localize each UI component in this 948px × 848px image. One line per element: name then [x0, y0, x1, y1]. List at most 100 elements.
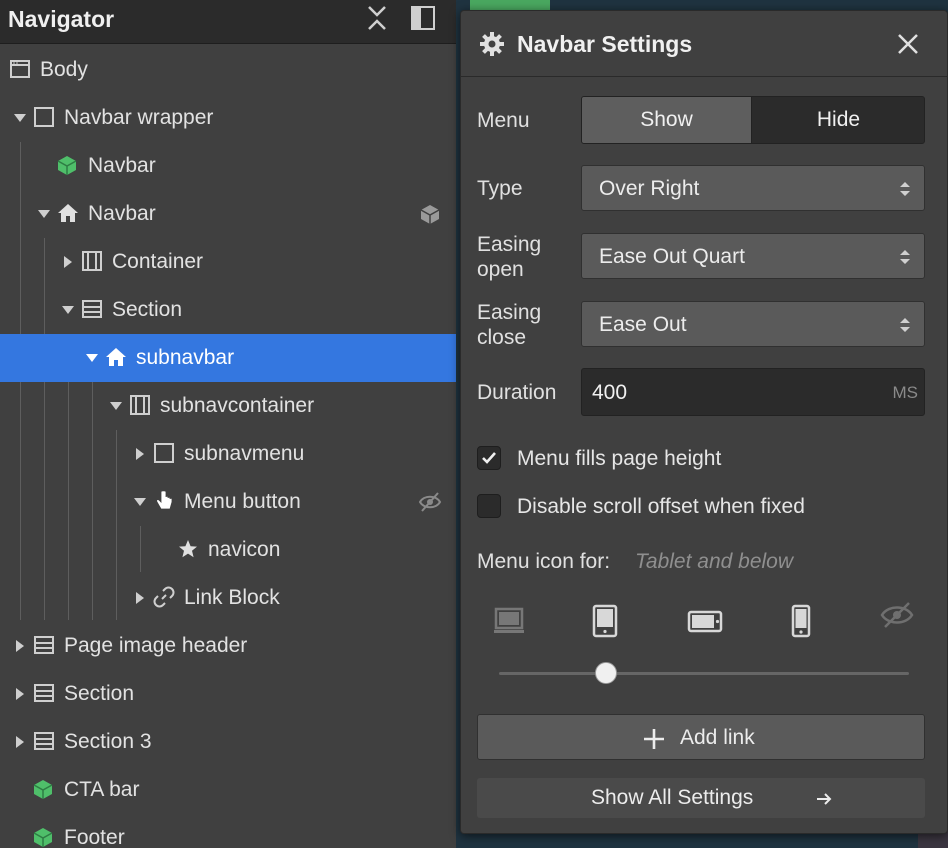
easing-close-label-line1: Easing: [477, 301, 542, 324]
show-all-settings-label: Show All Settings: [591, 786, 754, 809]
tree-item-footer[interactable]: Footer: [0, 814, 456, 848]
menu-visibility-toggle: Show Hide: [581, 96, 925, 144]
desktop-icon[interactable]: [491, 603, 527, 639]
tree-item-section-2[interactable]: Section: [0, 670, 456, 718]
select-arrows-icon: [900, 318, 910, 332]
navbar-home-icon: [106, 348, 126, 366]
tree-item-subnavmenu[interactable]: subnavmenu: [0, 430, 456, 478]
easing-open-label-line1: Easing: [477, 233, 542, 256]
select-arrows-icon: [900, 250, 910, 264]
breakpoint-slider-thumb[interactable]: [595, 662, 617, 684]
close-icon[interactable]: [895, 31, 921, 57]
tree-item-label: subnavbar: [136, 346, 235, 369]
menu-hide-button[interactable]: Hide: [753, 97, 924, 143]
collapse-icon[interactable]: [362, 3, 392, 33]
tree-item-label: Section: [64, 682, 135, 705]
mobile-portrait-icon[interactable]: [783, 603, 819, 639]
mobile-landscape-icon[interactable]: [687, 603, 723, 639]
menu-fills-height-checkbox[interactable]: [477, 446, 501, 470]
tree-item-label: Navbar: [88, 202, 156, 225]
dock-panel-icon[interactable]: [408, 3, 438, 33]
gear-icon: [480, 32, 504, 56]
tree-item-body[interactable]: Body: [0, 46, 456, 94]
tree-item-cta-bar[interactable]: CTA bar: [0, 766, 456, 814]
duration-value: 400: [592, 381, 628, 404]
menu-label: Menu: [477, 109, 530, 132]
tree-item-section[interactable]: Section: [0, 286, 456, 334]
duration-input[interactable]: 400 MS: [581, 368, 925, 416]
menu-show-button[interactable]: Show: [582, 97, 752, 143]
caret-down-icon[interactable]: [62, 304, 74, 316]
link-icon: [153, 586, 175, 608]
navigator-panel: Navigator Body Navbar wrapper Navbar Nav…: [0, 0, 456, 848]
section-icon: [34, 684, 54, 702]
disable-scroll-offset-label: Disable scroll offset when fixed: [517, 495, 805, 518]
tree-item-container[interactable]: Container: [0, 238, 456, 286]
tree-item-label: Page image header: [64, 634, 248, 657]
component-icon: [33, 780, 53, 799]
caret-right-icon[interactable]: [14, 640, 26, 652]
arrow-right-icon: [817, 793, 832, 805]
type-value: Over Right: [599, 177, 700, 200]
component-outline-icon[interactable]: [418, 202, 442, 226]
caret-down-icon[interactable]: [14, 112, 26, 124]
element-badge: [470, 0, 550, 10]
section-icon: [34, 636, 54, 654]
tree-item-page-image-header[interactable]: Page image header: [0, 622, 456, 670]
caret-right-icon[interactable]: [134, 592, 146, 604]
disable-scroll-offset-checkbox[interactable]: [477, 494, 501, 518]
section-icon: [82, 300, 102, 318]
settings-header: Navbar Settings: [461, 11, 947, 77]
easing-open-value: Ease Out Quart: [599, 245, 745, 268]
easing-close-label-line2: close: [477, 326, 527, 349]
select-arrows-icon: [900, 182, 910, 196]
tree-item-label: subnavcontainer: [160, 394, 315, 417]
eye-off-icon[interactable]: [418, 490, 442, 514]
add-link-label: Add link: [680, 726, 755, 749]
tree-item-link-block[interactable]: Link Block: [0, 574, 456, 622]
menu-icon-for-label: Menu icon for:: [477, 550, 611, 573]
star-icon: [179, 540, 197, 558]
tree-item-subnavcontainer[interactable]: subnavcontainer: [0, 382, 456, 430]
tree-item-menu-button[interactable]: Menu button: [0, 478, 456, 526]
easing-open-label-line2: open: [477, 258, 524, 281]
component-icon: [33, 828, 53, 847]
tree-item-label: Navbar wrapper: [64, 106, 214, 129]
body-icon: [10, 60, 30, 78]
caret-right-icon[interactable]: [14, 736, 26, 748]
breakpoint-slider-track[interactable]: [499, 672, 909, 675]
duration-unit: MS: [892, 383, 919, 402]
show-all-settings-button[interactable]: Show All Settings: [477, 778, 925, 818]
component-icon: [57, 156, 77, 175]
tree-item-navicon[interactable]: navicon: [0, 526, 456, 574]
tree-item-label: Link Block: [184, 586, 280, 609]
caret-down-icon[interactable]: [38, 208, 50, 220]
caret-down-icon[interactable]: [86, 352, 98, 364]
tree-item-navbar[interactable]: Navbar: [0, 190, 456, 238]
type-select[interactable]: Over Right: [581, 165, 925, 211]
caret-down-icon[interactable]: [110, 400, 122, 412]
tree-item-label: CTA bar: [64, 778, 140, 801]
easing-close-select[interactable]: Ease Out: [581, 301, 925, 347]
tree-item-navbar-component[interactable]: Navbar: [0, 142, 456, 190]
caret-down-icon[interactable]: [134, 496, 146, 508]
caret-right-icon[interactable]: [62, 256, 74, 268]
caret-right-icon[interactable]: [14, 688, 26, 700]
add-link-button[interactable]: Add link: [477, 714, 925, 760]
caret-right-icon[interactable]: [134, 448, 146, 460]
tree-item-navbar-wrapper[interactable]: Navbar wrapper: [0, 94, 456, 142]
section-icon: [34, 732, 54, 750]
tree-item-label: subnavmenu: [184, 442, 305, 465]
eye-off-icon[interactable]: [879, 597, 915, 633]
tree-item-label: Section 3: [64, 730, 152, 753]
tree-item-label: Section: [112, 298, 183, 321]
duration-label: Duration: [477, 381, 557, 404]
easing-open-select[interactable]: Ease Out Quart: [581, 233, 925, 279]
tablet-icon[interactable]: [587, 603, 623, 639]
tree-item-section-3[interactable]: Section 3: [0, 718, 456, 766]
navbar-home-icon: [58, 204, 78, 222]
plus-icon: [644, 729, 664, 749]
tree-item-label: navicon: [208, 538, 281, 561]
tree-item-subnavbar[interactable]: subnavbar: [0, 334, 456, 382]
menu-icon-for-value: Tablet and below: [635, 550, 794, 573]
